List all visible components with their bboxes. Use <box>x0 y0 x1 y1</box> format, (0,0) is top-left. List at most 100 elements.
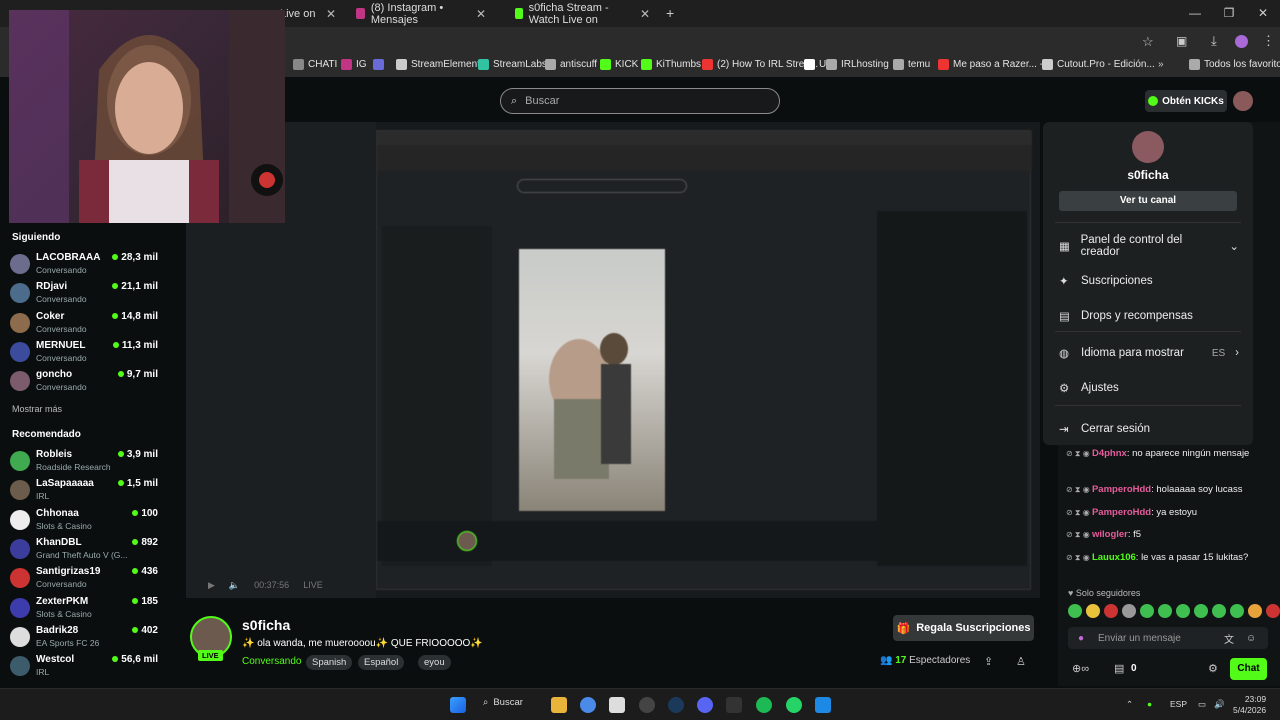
sidebar-channel[interactable]: RDjavi Conversando 21,1 mil <box>10 281 162 309</box>
sidebar-channel[interactable]: Chhonaa Slots & Casino 100 <box>10 508 162 536</box>
emote-icon[interactable] <box>1104 604 1118 618</box>
app-icon[interactable] <box>609 697 625 713</box>
sidebar-channel[interactable]: goncho Conversando 9,7 mil <box>10 369 162 397</box>
sidebar-channel[interactable]: Badrik28 EA Sports FC 26 402 <box>10 625 162 653</box>
bookmark[interactable]: IRLhosting <box>826 59 889 70</box>
view-channel-button[interactable]: Ver tu canal <box>1059 191 1237 211</box>
mod-icons[interactable]: ⊘ ⧗ ◉ <box>1066 553 1092 562</box>
new-tab-button[interactable]: + <box>666 5 674 21</box>
more-bookmarks-icon[interactable]: » <box>1158 59 1164 70</box>
sidebar-channel[interactable]: KhanDBL Grand Theft Auto V (G... 892 <box>10 537 162 565</box>
dropdown-item[interactable]: ⚙ Ajustes <box>1059 378 1239 398</box>
chat-username[interactable]: wilogler <box>1092 529 1128 540</box>
browser-tab[interactable]: s0ficha Stream - Watch Live on ✕ <box>505 0 660 27</box>
dropdown-item[interactable]: ▦ Panel de control del creador ⌄ <box>1059 234 1239 258</box>
star-icon[interactable]: ☆ <box>1142 34 1154 50</box>
mic-icon[interactable]: ● <box>1078 633 1084 644</box>
chat-input[interactable]: ● Enviar un mensaje 文 ☺ <box>1068 627 1268 649</box>
sidebar-channel[interactable]: Westcol IRL 56,6 mil <box>10 654 162 682</box>
menu-icon[interactable]: ⋮ <box>1262 33 1275 49</box>
user-avatar[interactable] <box>1233 91 1253 111</box>
close-tab-icon[interactable]: ✕ <box>640 7 650 21</box>
emote-icon[interactable] <box>1086 604 1100 618</box>
bookmark[interactable]: Cutout.Pro - Edición... <box>1042 59 1155 70</box>
sidebar-channel[interactable]: LACOBRAAA Conversando 28,3 mil <box>10 252 162 280</box>
video-player[interactable] <box>186 122 1040 598</box>
tray-chevron-icon[interactable]: ⌃ <box>1126 699 1133 710</box>
sidebar-channel[interactable]: Robleis Roadside Research 3,9 mil <box>10 449 162 477</box>
sidebar-channel[interactable]: ZexterPKM Slots & Casino 185 <box>10 596 162 624</box>
vscode-icon[interactable] <box>815 697 831 713</box>
bookmark[interactable]: StreamElements <box>396 59 485 70</box>
emote-icon[interactable] <box>1068 604 1082 618</box>
network-icon[interactable]: ▭ <box>1198 699 1206 710</box>
stream-tag[interactable]: Español <box>358 655 405 670</box>
volume-icon[interactable]: 🔈 <box>229 580 240 591</box>
whatsapp-icon[interactable] <box>786 697 802 713</box>
chat-username[interactable]: Lauux106 <box>1092 552 1136 563</box>
stream-category[interactable]: Conversando <box>242 656 301 667</box>
discord-icon[interactable] <box>697 697 713 713</box>
streamer-name[interactable]: s0ficha <box>242 617 290 633</box>
gift-subs-button[interactable]: 🎁 Regala Suscripciones <box>893 615 1034 641</box>
emote-icon[interactable] <box>1248 604 1262 618</box>
emote-icon[interactable] <box>1158 604 1172 618</box>
share-icon[interactable]: ⇪ <box>984 655 993 668</box>
bookmark[interactable]: IG <box>341 59 367 70</box>
sidebar-channel[interactable]: MERNUEL Conversando 11,3 mil <box>10 340 162 368</box>
clock[interactable]: 23:09 5/4/2026 <box>1233 694 1266 716</box>
get-kicks-button[interactable]: Obtén KICKs <box>1145 90 1227 112</box>
gift-chat-icon[interactable]: ▤ <box>1114 662 1124 675</box>
spotify-icon[interactable] <box>756 697 772 713</box>
bookmark[interactable]: Me paso a Razer... -... <box>938 59 1051 70</box>
dropdown-item[interactable]: ◍ Idioma para mostrar ES › <box>1059 343 1239 363</box>
sidebar-channel[interactable]: Coker Conversando 14,8 mil <box>10 311 162 339</box>
bookmark[interactable]: antiscuff <box>545 59 597 70</box>
epic-icon[interactable] <box>726 697 742 713</box>
search-bar[interactable]: ⌕ Buscar <box>500 88 780 114</box>
mod-icons[interactable]: ⊘ ⧗ ◉ <box>1066 449 1092 458</box>
profile-icon[interactable] <box>1235 35 1248 48</box>
bookmark[interactable]: KiThumbs <box>641 59 701 70</box>
dropdown-item[interactable]: ⇥ Cerrar sesión <box>1059 419 1239 439</box>
download-icon[interactable]: ⤓ <box>1211 33 1217 49</box>
mod-icons[interactable]: ⊘ ⧗ ◉ <box>1066 508 1092 517</box>
emote-icon[interactable] <box>1194 604 1208 618</box>
volume-tray-icon[interactable]: 🔊 <box>1214 699 1225 710</box>
minimize-icon[interactable]: — <box>1178 0 1212 27</box>
chat-username[interactable]: D4phnx <box>1092 448 1127 459</box>
dropdown-item[interactable]: ▤ Drops y recompensas <box>1059 306 1239 326</box>
bookmark[interactable]: Todos los favoritos <box>1189 59 1280 70</box>
bookmark[interactable]: StreamLabs <box>478 59 547 70</box>
emote-icon[interactable] <box>1266 604 1280 618</box>
emote-icon[interactable] <box>1140 604 1154 618</box>
close-tab-icon[interactable]: ✕ <box>476 7 486 21</box>
points-icon[interactable]: ⊕∞ <box>1072 662 1089 675</box>
steam-icon[interactable] <box>668 697 684 713</box>
mod-icons[interactable]: ⊘ ⧗ ◉ <box>1066 530 1092 539</box>
dropdown-item[interactable]: ✦ Suscripciones <box>1059 271 1239 291</box>
emote-icon[interactable] <box>1212 604 1226 618</box>
chat-username[interactable]: PamperoHdd <box>1092 507 1151 518</box>
mod-icons[interactable]: ⊘ ⧗ ◉ <box>1066 485 1092 494</box>
close-icon[interactable]: ✕ <box>1246 0 1280 27</box>
emote-icon[interactable] <box>1122 604 1136 618</box>
sidebar-channel[interactable]: Santigrizas19 Conversando 436 <box>10 566 162 594</box>
chat-send-button[interactable]: Chat <box>1230 658 1267 680</box>
bookmark[interactable]: (2) How To IRL Strea... <box>702 59 818 70</box>
restore-icon[interactable]: ❐ <box>1212 0 1246 27</box>
taskbar-search[interactable]: ⌕ Buscar <box>483 697 523 708</box>
emoji-icon[interactable]: ☺ <box>1246 633 1256 644</box>
mic-tray-icon[interactable]: ● <box>1147 699 1152 709</box>
chat-username[interactable]: PamperoHdd <box>1092 484 1151 495</box>
stream-tag[interactable]: Spanish <box>306 655 353 670</box>
extensions-icon[interactable]: ▣ <box>1176 34 1187 48</box>
sidebar-channel[interactable]: LaSapaaaaa IRL 1,5 mil <box>10 478 162 506</box>
stream-tag[interactable]: eyou <box>418 655 451 670</box>
file-explorer-icon[interactable] <box>551 697 567 713</box>
emote-icon[interactable] <box>1176 604 1190 618</box>
language-indicator[interactable]: ESP <box>1170 699 1187 709</box>
follow-icon[interactable]: ♙ <box>1016 655 1026 668</box>
close-tab-icon[interactable]: ✕ <box>326 7 336 21</box>
bookmark[interactable]: temu <box>893 59 930 70</box>
